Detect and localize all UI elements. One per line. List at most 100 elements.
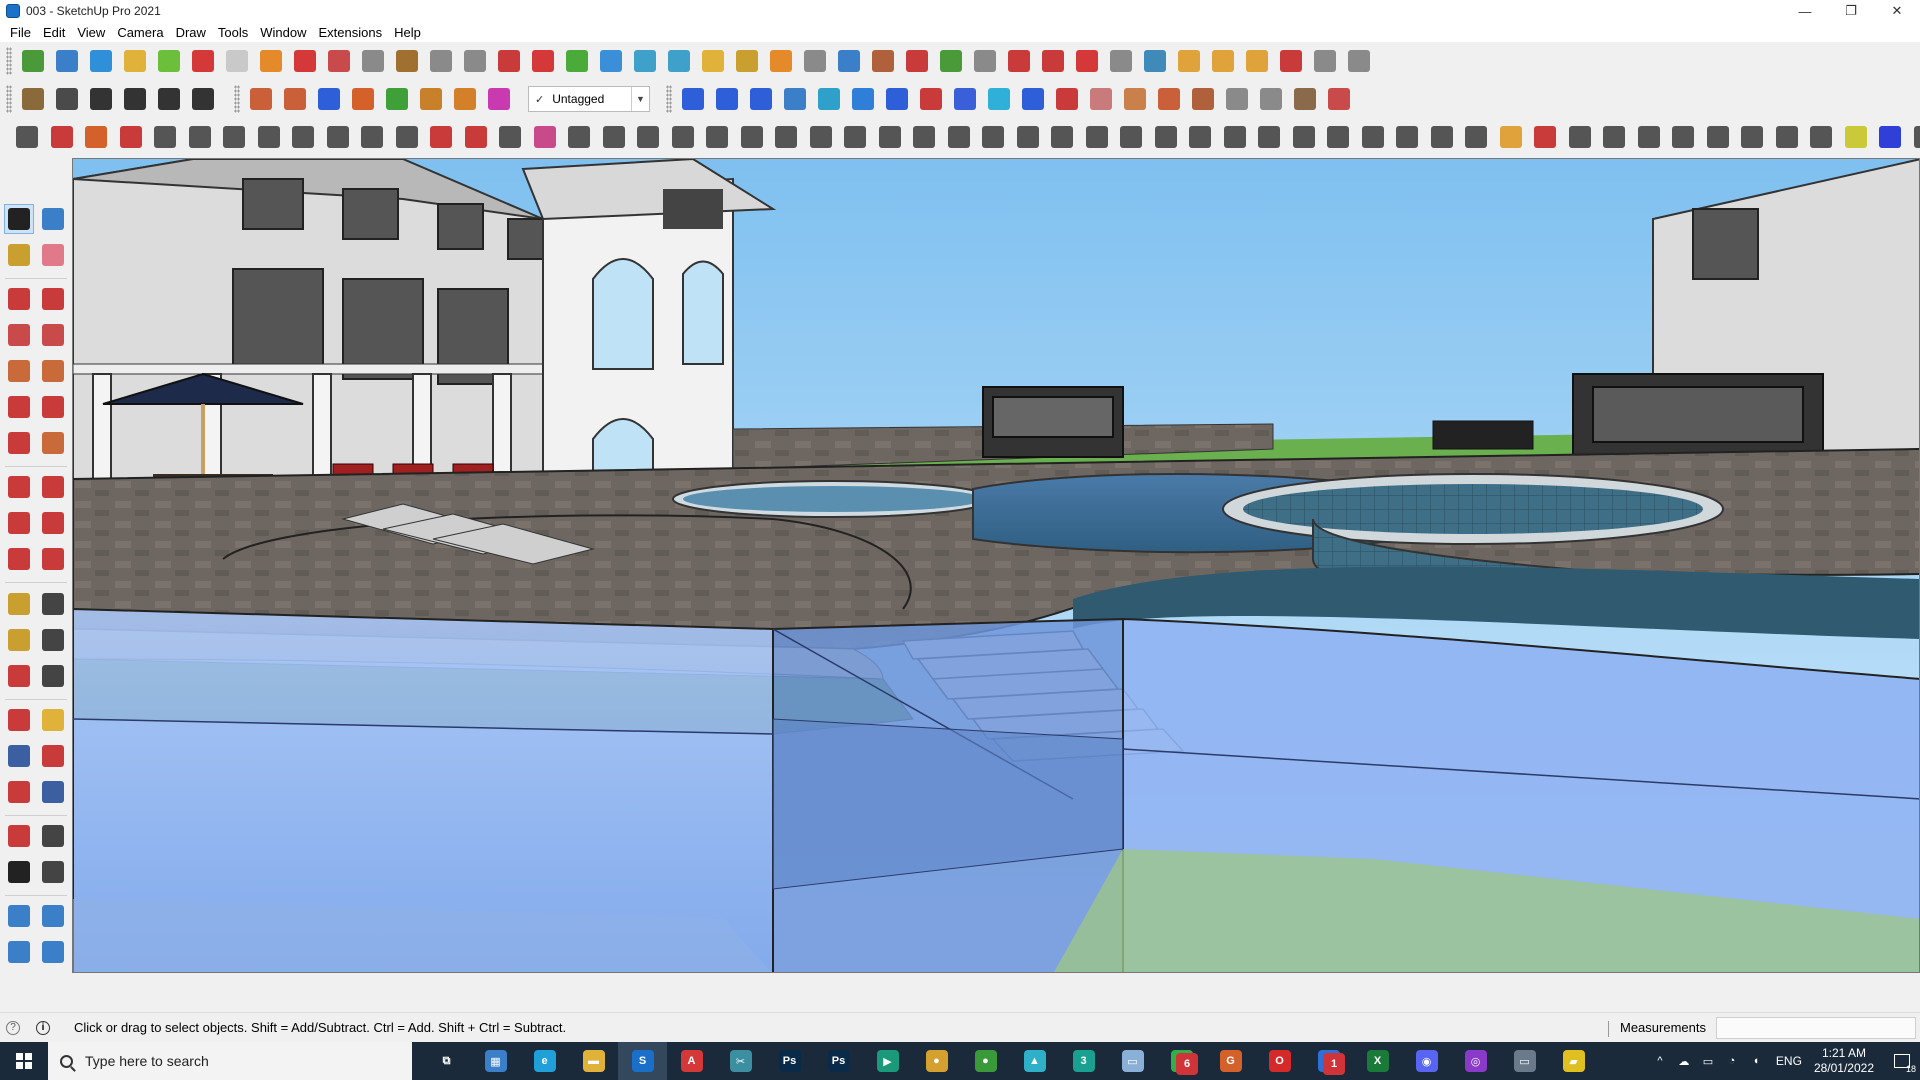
plugin-tool-icon[interactable]: [1735, 121, 1770, 153]
menu-camera[interactable]: Camera: [111, 25, 169, 40]
plugin-tool-icon[interactable]: [1252, 121, 1287, 153]
toolbar-tool-icon[interactable]: [186, 45, 220, 77]
chrome-icon-1[interactable]: ●: [912, 1042, 961, 1080]
scale-tool-icon[interactable]: [4, 544, 34, 574]
toolbar-tool-icon[interactable]: [1070, 45, 1104, 77]
view-tool-icon[interactable]: [186, 83, 220, 115]
menu-view[interactable]: View: [71, 25, 111, 40]
menu-window[interactable]: Window: [254, 25, 312, 40]
plugin-tool-icon[interactable]: [1494, 121, 1529, 153]
todo-icon[interactable]: ✔1: [1304, 1042, 1353, 1080]
toolbar-tool-icon[interactable]: [118, 45, 152, 77]
toolbar-tool-icon[interactable]: [1240, 45, 1274, 77]
plugin-tool-icon[interactable]: [873, 121, 908, 153]
toolbar-tool-icon[interactable]: [1138, 45, 1172, 77]
chevron-down-icon[interactable]: ▼: [631, 87, 649, 111]
file-explorer-icon[interactable]: ▬: [569, 1042, 618, 1080]
plugin-tool-icon[interactable]: [1804, 121, 1839, 153]
dimension-tool-icon[interactable]: [38, 589, 68, 619]
toolbar-grip[interactable]: [6, 85, 12, 113]
toolbar-tool-icon[interactable]: [1274, 45, 1308, 77]
extension-tool-icon[interactable]: [1050, 83, 1084, 115]
window-app-icon[interactable]: ▭: [1500, 1042, 1549, 1080]
menu-extensions[interactable]: Extensions: [313, 25, 389, 40]
tag-dropdown[interactable]: ✓ Untagged ▼: [528, 86, 650, 112]
toolbar-tool-icon[interactable]: [764, 45, 798, 77]
rotated-rectangle-icon[interactable]: [38, 320, 68, 350]
extension-tool-icon[interactable]: [948, 83, 982, 115]
menu-edit[interactable]: Edit: [37, 25, 71, 40]
section-plane-icon[interactable]: [38, 857, 68, 887]
component-tool-icon[interactable]: [38, 204, 68, 234]
toolbar-tool-icon[interactable]: [968, 45, 1002, 77]
grammarly-icon[interactable]: G: [1206, 1042, 1255, 1080]
clock[interactable]: 1:21 AM 28/01/2022: [1814, 1046, 1874, 1076]
task-view-icon[interactable]: ⧉: [422, 1042, 471, 1080]
acrobat-icon[interactable]: A: [667, 1042, 716, 1080]
view-tool-icon[interactable]: [118, 83, 152, 115]
maximize-button[interactable]: ❐: [1828, 0, 1874, 22]
plugin-tool-icon[interactable]: [1459, 121, 1494, 153]
three-point-arc-icon[interactable]: [4, 428, 34, 458]
extension-tool-icon[interactable]: [914, 83, 948, 115]
sketchup-viewer-icon[interactable]: ▲: [1010, 1042, 1059, 1080]
plugin-tool-icon[interactable]: [838, 121, 873, 153]
battery-icon[interactable]: ▭: [1696, 1042, 1720, 1080]
plugin-tool-icon[interactable]: [769, 121, 804, 153]
zoom-window-icon[interactable]: [38, 741, 68, 771]
geo-location-icon[interactable]: ?: [6, 1020, 20, 1035]
extension-tool-icon[interactable]: [846, 83, 880, 115]
toolbar-tool-icon[interactable]: [628, 45, 662, 77]
plugin-tool-icon[interactable]: [1701, 121, 1736, 153]
extension-tool-icon[interactable]: [710, 83, 744, 115]
plugin-tool-icon[interactable]: [1114, 121, 1149, 153]
plugin-tool-icon[interactable]: [1218, 121, 1253, 153]
freehand-tool-icon[interactable]: [38, 284, 68, 314]
close-button[interactable]: ✕: [1874, 0, 1920, 22]
plugin-tool-icon[interactable]: [493, 121, 528, 153]
plugin-tool-icon[interactable]: [355, 121, 390, 153]
plugin-tool-icon[interactable]: [390, 121, 425, 153]
push-tool-icon[interactable]: [346, 83, 380, 115]
sticky-notes-icon[interactable]: ▰: [1549, 1042, 1598, 1080]
toolbar-tool-icon[interactable]: [322, 45, 356, 77]
stamp-tool-icon[interactable]: [38, 937, 68, 967]
extension-tool-icon[interactable]: [1152, 83, 1186, 115]
plugin-tool-icon[interactable]: [45, 121, 80, 153]
plugin-tool-icon[interactable]: [1839, 121, 1874, 153]
plugin-tool-icon[interactable]: [1045, 121, 1080, 153]
whatsapp-icon[interactable]: ✆6: [1157, 1042, 1206, 1080]
toolbar-tool-icon[interactable]: [1104, 45, 1138, 77]
plugin-tool-icon[interactable]: [10, 121, 45, 153]
plugin-tool-icon[interactable]: [1287, 121, 1322, 153]
plugin-tool-icon[interactable]: [1425, 121, 1460, 153]
toolbar-tool-icon[interactable]: [798, 45, 832, 77]
plugin-tool-icon[interactable]: [79, 121, 114, 153]
toolbar-tool-icon[interactable]: [730, 45, 764, 77]
extension-tool-icon[interactable]: [1084, 83, 1118, 115]
two-point-arc-icon[interactable]: [38, 392, 68, 422]
plugin-tool-icon[interactable]: [1597, 121, 1632, 153]
push-pull-icon[interactable]: [38, 472, 68, 502]
toolbar-grip[interactable]: [6, 47, 12, 75]
plugin-tool-icon[interactable]: [1011, 121, 1046, 153]
plugin-tool-icon[interactable]: [1908, 121, 1920, 153]
plugin-tool-icon[interactable]: [114, 121, 149, 153]
toolbar-grip[interactable]: [234, 85, 240, 113]
toolbar-tool-icon[interactable]: [1308, 45, 1342, 77]
push-tool-icon[interactable]: [482, 83, 516, 115]
toolbar-tool-icon[interactable]: [1036, 45, 1070, 77]
extension-tool-icon[interactable]: [1186, 83, 1220, 115]
plugin-tool-icon[interactable]: [907, 121, 942, 153]
plugin-tool-icon[interactable]: [1080, 121, 1115, 153]
toolbar-tool-icon[interactable]: [356, 45, 390, 77]
sandbox-from-scratch-icon[interactable]: [38, 901, 68, 931]
toolbar-tool-icon[interactable]: [866, 45, 900, 77]
pie-tool-icon[interactable]: [38, 428, 68, 458]
offset-tool-icon[interactable]: [38, 544, 68, 574]
push-tool-icon[interactable]: [312, 83, 346, 115]
info-icon[interactable]: i: [36, 1020, 50, 1035]
toolbar-tool-icon[interactable]: [526, 45, 560, 77]
pan-tool-icon[interactable]: [38, 705, 68, 735]
3d-scene[interactable]: [73, 159, 1920, 973]
